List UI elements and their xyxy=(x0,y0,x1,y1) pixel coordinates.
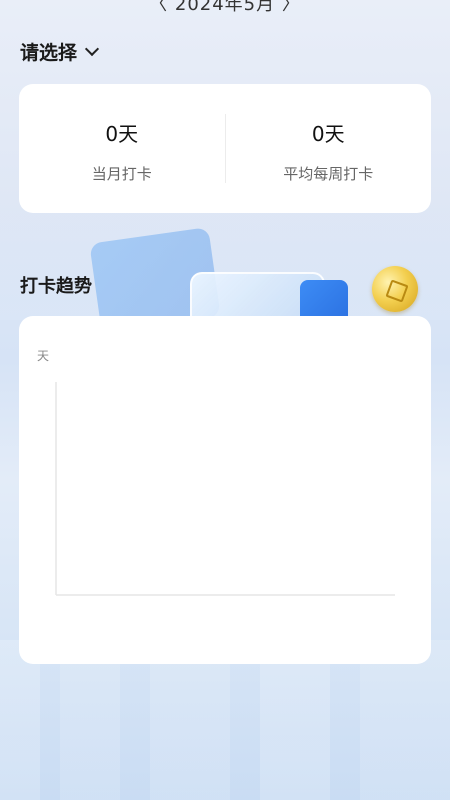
stat-weekly-average: 0天 平均每周打卡 xyxy=(226,84,432,213)
stat-label: 当月打卡 xyxy=(91,164,152,183)
background-city-illustration xyxy=(0,640,450,800)
trend-chart-card: 天 xyxy=(19,316,431,664)
background-gradient xyxy=(0,200,450,320)
coin-icon xyxy=(372,266,418,312)
filter-selector[interactable]: 请选择 xyxy=(20,38,100,65)
stats-card: 0天 当月打卡 0天 平均每周打卡 xyxy=(19,84,431,213)
stat-label: 平均每周打卡 xyxy=(283,164,374,183)
chevron-down-icon xyxy=(84,41,100,56)
y-axis-unit-label: 天 xyxy=(37,349,49,363)
section-title: 打卡趋势 xyxy=(20,276,92,297)
stat-value: 0天 xyxy=(311,121,345,146)
trend-chart: 天 xyxy=(37,349,395,596)
stat-value: 0天 xyxy=(105,121,139,146)
selector-label: 请选择 xyxy=(20,42,78,64)
month-navigator[interactable]: 〈 2024年5月 〉 xyxy=(0,0,450,16)
stat-month-checkins: 0天 当月打卡 xyxy=(19,84,225,213)
